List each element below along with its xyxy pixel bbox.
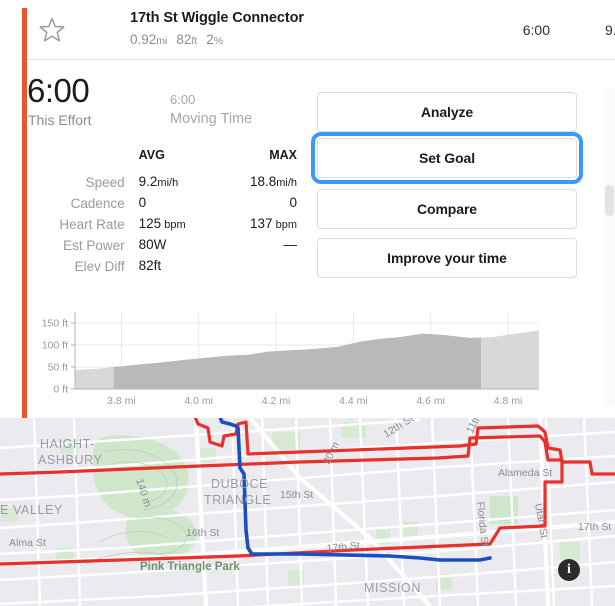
stats-table: AVG MAX Speed 9.2mi/h 18.8mi/h Cadence 0… xyxy=(27,145,297,277)
moving-time-value: 6:00 xyxy=(170,92,196,107)
column-header-max: MAX xyxy=(269,148,297,162)
stat-avg: 80W xyxy=(138,237,167,252)
stat-max: 137 bpm xyxy=(250,216,297,231)
table-row: Cadence 0 0 xyxy=(27,193,297,214)
map-label-neighborhood: ASHBURY xyxy=(38,453,102,467)
map-canvas[interactable]: HAIGHT- ASHBURY E VALLEY DUBOCE TRIANGLE… xyxy=(0,418,615,606)
this-effort-time: 6:00 xyxy=(27,72,90,109)
map-label-street: Alameda St xyxy=(498,467,552,479)
header-speed-value: 9.2 xyxy=(605,22,615,38)
map-label-neighborhood: TRIANGLE xyxy=(204,493,271,507)
compare-button[interactable]: Compare xyxy=(317,189,577,229)
stat-avg: 9.2mi/h xyxy=(138,174,179,189)
table-header-row: AVG MAX xyxy=(27,145,297,172)
set-goal-button[interactable]: Set Goal xyxy=(311,132,583,184)
stat-label: Speed xyxy=(85,174,125,190)
elevation-chart-svg[interactable]: 0 ft 50 ft 100 ft 150 ft 3.8 mi 4.0 mi 4.2 mi 4… xyxy=(27,306,547,411)
improve-your-time-button[interactable]: Improve your time xyxy=(317,238,577,278)
map-label-neighborhood: MISSION xyxy=(364,581,421,595)
stat-label: Elev Diff xyxy=(74,258,125,274)
stat-max: — xyxy=(283,237,298,252)
table-row: Speed 9.2mi/h 18.8mi/h xyxy=(27,172,297,193)
stat-max xyxy=(218,256,297,277)
table-row: Heart Rate 125 bpm 137 bpm xyxy=(27,214,297,235)
stat-max: 0 xyxy=(289,195,297,210)
x-axis-tick-label: 4.4 mi xyxy=(339,395,368,407)
segment-distance-unit: mi xyxy=(156,35,168,47)
x-axis-tick-label: 4.8 mi xyxy=(494,395,523,407)
map-effort-tail-polyline xyxy=(438,556,492,562)
elevation-area-highlight xyxy=(113,333,482,389)
vertical-scrollbar-track[interactable] xyxy=(604,88,615,406)
route-map[interactable]: HAIGHT- ASHBURY E VALLEY DUBOCE TRIANGLE… xyxy=(0,418,615,606)
x-axis-tick-label: 3.8 mi xyxy=(107,395,136,407)
map-label-street: 16th St xyxy=(186,527,219,539)
x-axis-tick-label: 4.2 mi xyxy=(262,395,291,407)
stat-label: Cadence xyxy=(70,195,125,211)
stat-label: Est Power xyxy=(63,237,125,253)
action-button-group: Analyze Set Goal Compare Improve your ti… xyxy=(311,92,583,283)
segment-distance: 0.92 xyxy=(130,32,157,47)
map-label-street: 17th St xyxy=(578,521,611,533)
y-axis-tick-label: 50 ft xyxy=(48,362,69,374)
segment-elevation: 82 xyxy=(176,32,192,47)
table-row: Elev Diff 82ft xyxy=(27,256,297,277)
y-axis-tick-label: 150 ft xyxy=(42,318,68,330)
segment-effort-panel: 17th St Wiggle Connector 0.92mi 82ft 2% 6:… xyxy=(0,0,615,606)
map-label-neighborhood: HAIGHT- xyxy=(40,437,95,451)
stat-avg: 125 bpm xyxy=(138,216,186,231)
stat-avg: 82ft xyxy=(138,258,162,273)
analyze-button[interactable]: Analyze xyxy=(317,92,577,132)
this-effort-label: This Effort xyxy=(28,112,92,128)
stat-avg: 0 xyxy=(138,195,147,210)
map-label-neighborhood: E VALLEY xyxy=(0,503,63,517)
segment-elevation-unit: ft xyxy=(191,35,198,47)
y-axis-tick-label: 100 ft xyxy=(42,340,68,352)
map-label-neighborhood: DUBOCE xyxy=(211,477,268,491)
segment-grade-unit: % xyxy=(213,35,224,47)
table-row: Est Power 80W — xyxy=(27,235,297,256)
star-outline-icon[interactable] xyxy=(37,15,67,45)
map-label-street: Alma St xyxy=(9,537,46,549)
map-info-button[interactable]: i xyxy=(558,559,580,581)
segment-grade: 2 xyxy=(206,32,214,47)
elevation-chart[interactable]: 0 ft 50 ft 100 ft 150 ft 3.8 mi 4.0 mi 4.2 mi 4… xyxy=(27,306,547,411)
y-axis-tick-label: 0 ft xyxy=(53,384,68,396)
segment-title: 17th St Wiggle Connector xyxy=(130,10,304,26)
x-axis-tick-label: 4.0 mi xyxy=(184,395,213,407)
stat-label: Heart Rate xyxy=(59,216,125,232)
segment-subline: 0.92mi 82ft 2% xyxy=(130,32,223,47)
map-label-park: Pink Triangle Park xyxy=(140,561,240,573)
vertical-scrollbar-thumb[interactable] xyxy=(605,185,614,216)
stat-max: 18.8mi/h xyxy=(249,174,297,189)
moving-time-label: Moving Time xyxy=(170,111,253,127)
column-header-avg: AVG xyxy=(138,148,165,162)
x-axis-tick-label: 4.6 mi xyxy=(416,395,445,407)
stats-corner xyxy=(27,145,139,172)
header-time-value: 6:00 xyxy=(522,22,550,38)
map-label-street: 15th St xyxy=(280,489,313,501)
segment-header-row[interactable]: 17th St Wiggle Connector 0.92mi 82ft 2% 6:… xyxy=(27,0,615,60)
